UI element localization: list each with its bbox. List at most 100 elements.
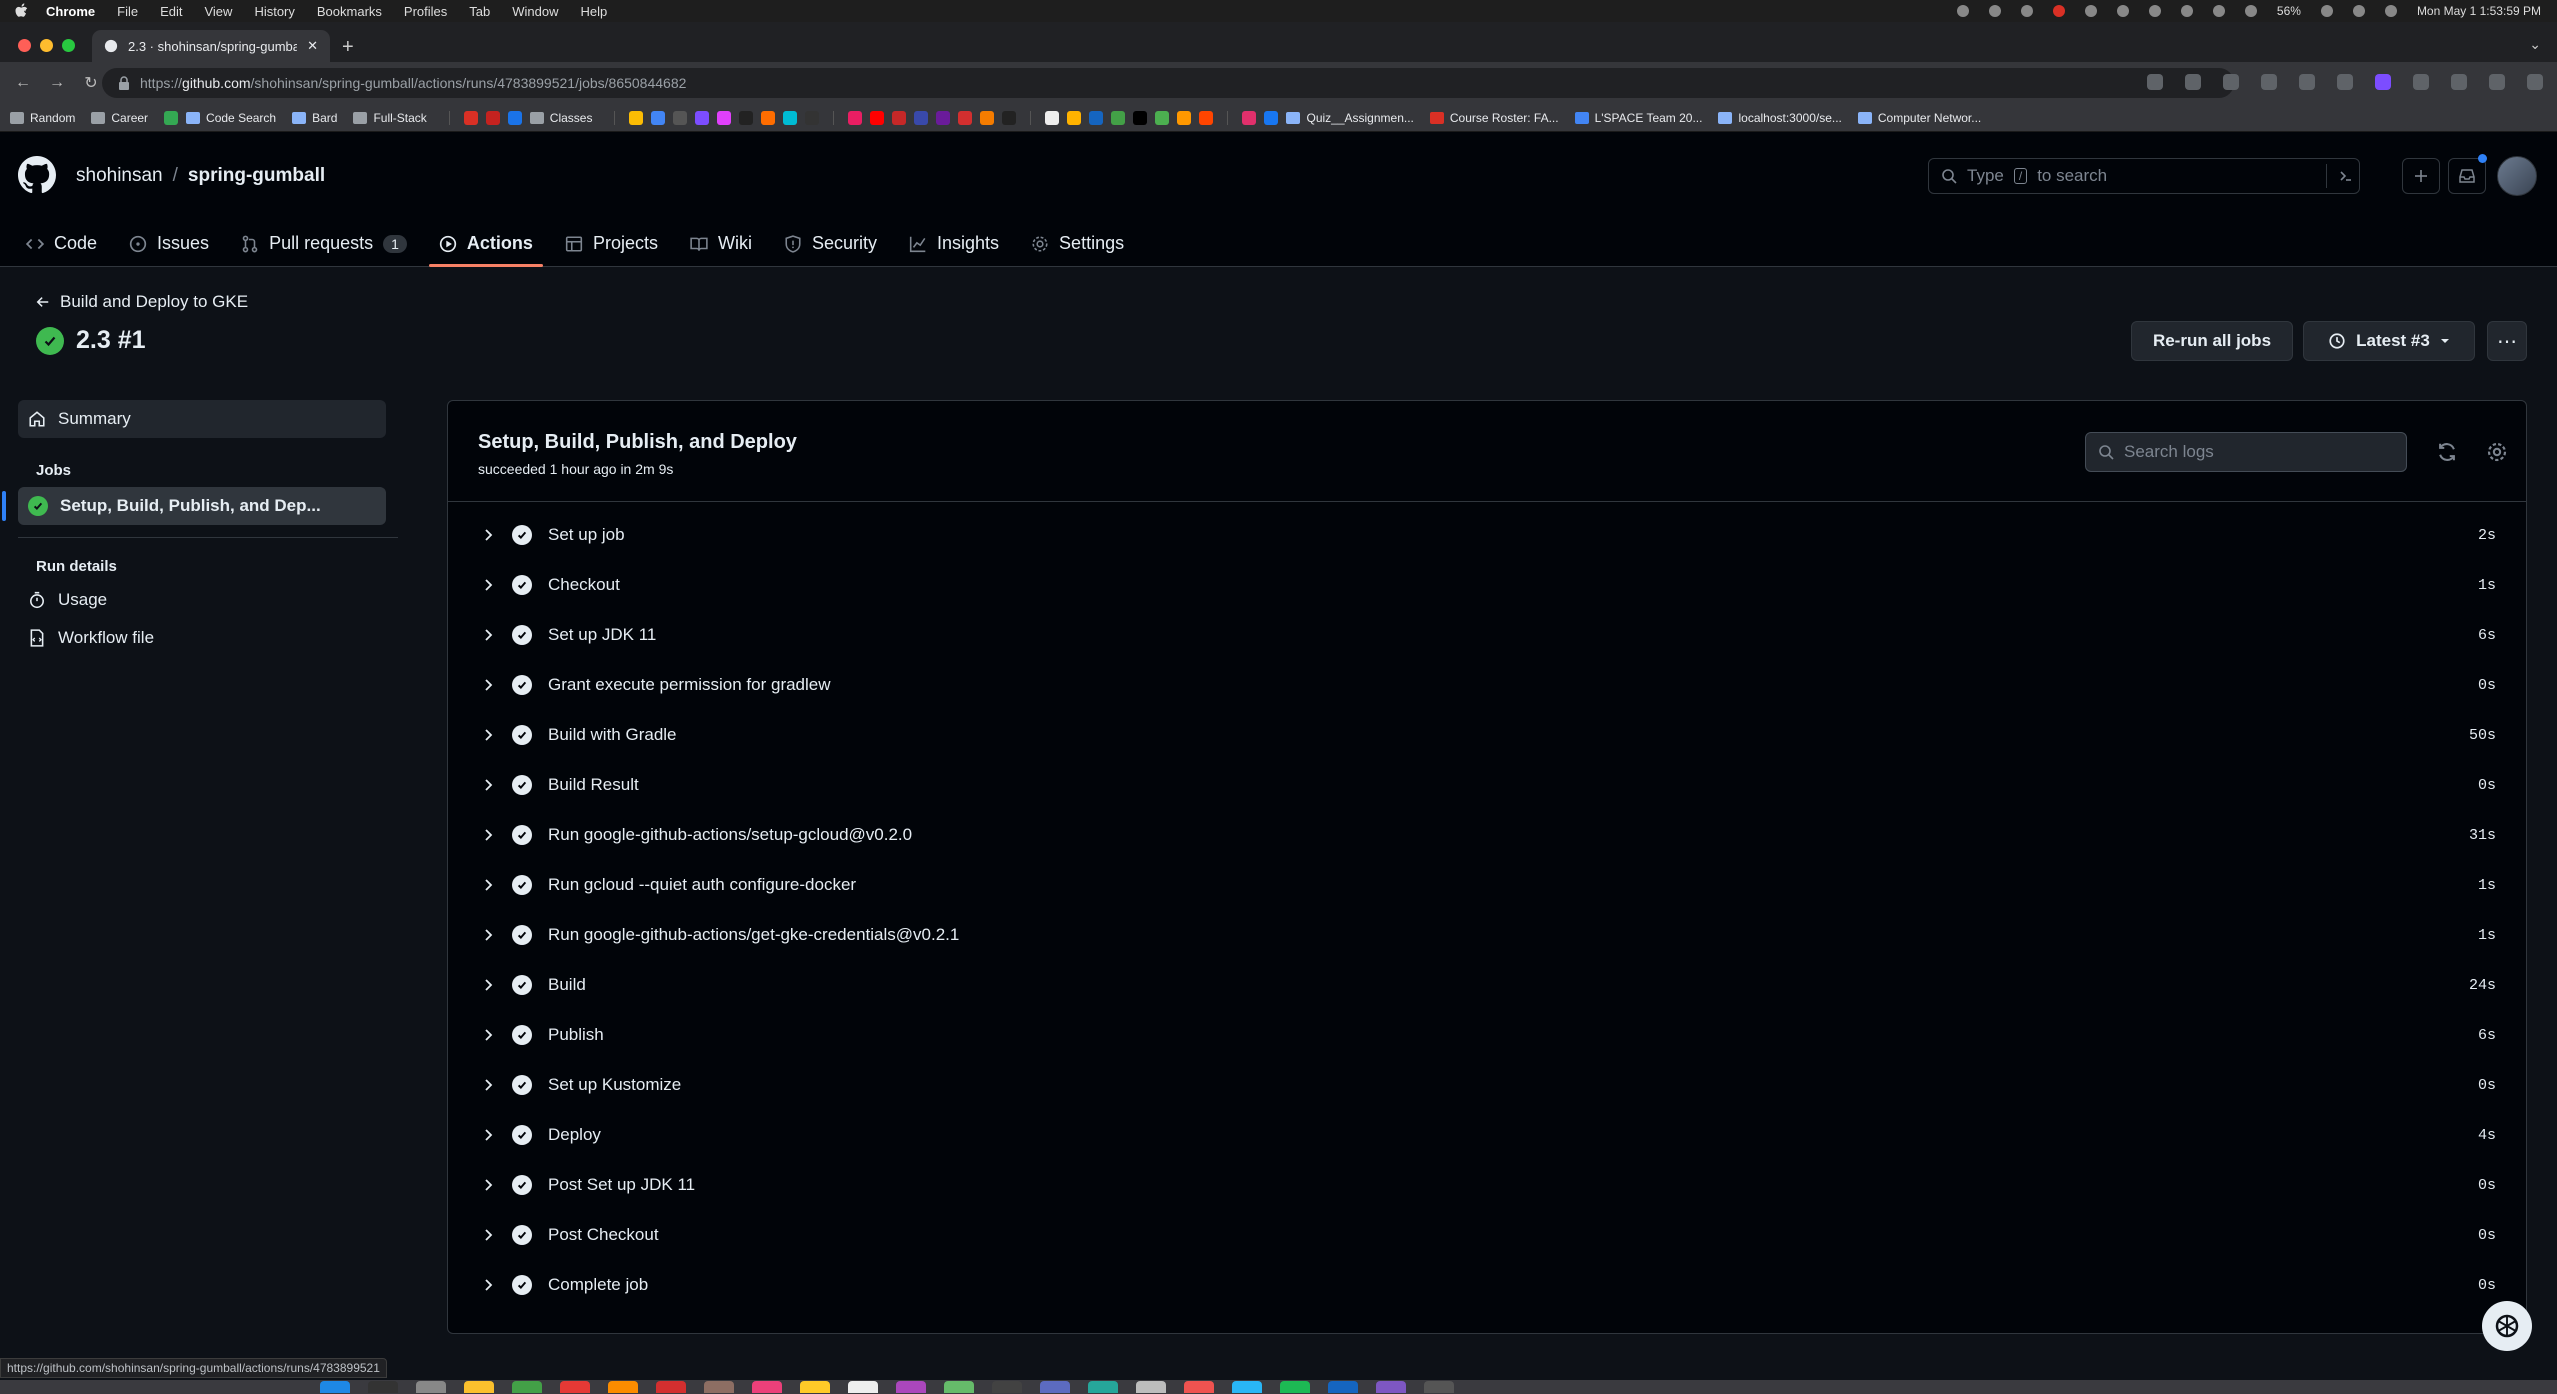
minimize-window-button[interactable] bbox=[40, 39, 53, 52]
assistant-floating-button[interactable] bbox=[2482, 1301, 2532, 1351]
sidebar-item-workflow-file[interactable]: Workflow file bbox=[18, 619, 398, 657]
close-window-button[interactable] bbox=[18, 39, 31, 52]
bookmark-icon[interactable] bbox=[164, 110, 179, 125]
bookmark-icon[interactable] bbox=[936, 110, 951, 125]
search-input[interactable]: Type / to search bbox=[1928, 158, 2360, 194]
bookmark-icon[interactable] bbox=[1045, 110, 1060, 125]
kebab-menu-icon[interactable] bbox=[2527, 74, 2543, 90]
menu-file[interactable]: File bbox=[117, 4, 138, 19]
dock-app-icon[interactable] bbox=[560, 1381, 590, 1393]
input-source-icon[interactable] bbox=[2148, 5, 2161, 17]
step-row[interactable]: Complete job 0s bbox=[448, 1260, 2526, 1310]
bookmark-item[interactable]: Quiz__Assignmen... bbox=[1286, 111, 1414, 125]
sidebar-item-usage[interactable]: Usage bbox=[18, 581, 398, 619]
location-icon[interactable] bbox=[1956, 5, 1969, 17]
menu-app-name[interactable]: Chrome bbox=[46, 4, 95, 19]
bookmark-icon[interactable] bbox=[783, 110, 798, 125]
bookmark-icon[interactable] bbox=[761, 110, 776, 125]
dropbox-icon[interactable] bbox=[2084, 5, 2097, 17]
dock-app-icon[interactable] bbox=[368, 1381, 398, 1393]
dock-app-icon[interactable] bbox=[656, 1381, 686, 1393]
apple-icon[interactable] bbox=[14, 3, 32, 19]
step-row[interactable]: Run google-github-actions/setup-gcloud@v… bbox=[448, 810, 2526, 860]
create-new-button[interactable] bbox=[2402, 158, 2440, 194]
dock-app-icon[interactable] bbox=[992, 1381, 1022, 1393]
step-row[interactable]: Post Set up JDK 11 0s bbox=[448, 1160, 2526, 1210]
gear-icon[interactable] bbox=[2486, 441, 2508, 463]
tab-search-icon[interactable]: ⌄ bbox=[2529, 36, 2541, 53]
menu-view[interactable]: View bbox=[204, 4, 232, 19]
dock-app-icon[interactable] bbox=[1232, 1381, 1262, 1393]
dock-app-icon[interactable] bbox=[416, 1381, 446, 1393]
avatar[interactable] bbox=[2497, 156, 2537, 196]
tab-projects[interactable]: Projects bbox=[565, 220, 658, 267]
tab-actions[interactable]: Actions bbox=[428, 220, 543, 267]
rerun-all-jobs-button[interactable]: Re-run all jobs bbox=[2131, 321, 2293, 361]
tab-issues[interactable]: Issues bbox=[129, 220, 209, 267]
bookmark-icon[interactable] bbox=[695, 110, 710, 125]
browser-tab[interactable]: 2.3 · shohinsan/spring-gumball ✕ bbox=[92, 30, 330, 62]
play-icon[interactable] bbox=[2180, 5, 2193, 17]
bookmark-icon[interactable] bbox=[914, 110, 929, 125]
share-icon[interactable] bbox=[2185, 74, 2201, 90]
step-row[interactable]: Set up job 2s bbox=[448, 510, 2526, 560]
dock-app-icon[interactable] bbox=[512, 1381, 542, 1393]
bookmark-icon[interactable] bbox=[1089, 110, 1104, 125]
step-row[interactable]: Post Checkout 0s bbox=[448, 1210, 2526, 1260]
new-tab-button[interactable]: + bbox=[342, 36, 354, 59]
bookmark-item[interactable]: Computer Networ... bbox=[1857, 111, 1981, 125]
dock-app-icon[interactable] bbox=[1040, 1381, 1070, 1393]
control-center-icon[interactable] bbox=[2352, 5, 2365, 17]
bookmark-icon[interactable] bbox=[507, 110, 522, 125]
bluetooth-icon[interactable] bbox=[2116, 5, 2129, 17]
back-button[interactable]: ← bbox=[12, 74, 34, 92]
bookmark-icon[interactable] bbox=[673, 110, 688, 125]
bookmark-icon[interactable] bbox=[651, 110, 666, 125]
menu-history[interactable]: History bbox=[254, 4, 294, 19]
github-logo-icon[interactable] bbox=[18, 156, 56, 194]
bookmark-icon[interactable] bbox=[739, 110, 754, 125]
bookmark-icon[interactable] bbox=[463, 110, 478, 125]
bookmark-star-icon[interactable] bbox=[2223, 74, 2239, 90]
step-row[interactable]: Deploy 4s bbox=[448, 1110, 2526, 1160]
step-row[interactable]: Build 24s bbox=[448, 960, 2526, 1010]
command-palette-icon[interactable] bbox=[2332, 158, 2360, 194]
menu-tab[interactable]: Tab bbox=[469, 4, 490, 19]
repo-owner-link[interactable]: shohinsan bbox=[76, 165, 163, 186]
step-row[interactable]: Grant execute permission for gradlew 0s bbox=[448, 660, 2526, 710]
reload-button[interactable]: ↻ bbox=[80, 73, 102, 93]
clock[interactable]: Mon May 1 1:53:59 PM bbox=[2417, 4, 2541, 18]
bookmark-item[interactable]: L'SPACE Team 20... bbox=[1574, 111, 1702, 125]
bookmark-icon[interactable] bbox=[717, 110, 732, 125]
puzzle-icon[interactable] bbox=[2413, 74, 2429, 90]
bookmark-icon[interactable] bbox=[1067, 110, 1082, 125]
side-panel-icon[interactable] bbox=[2451, 74, 2467, 90]
dock-app-icon[interactable] bbox=[464, 1381, 494, 1393]
bookmark-item[interactable]: Bard bbox=[292, 111, 337, 125]
bookmark-icon[interactable] bbox=[629, 110, 644, 125]
bookmark-icon[interactable] bbox=[1155, 110, 1170, 125]
extension-icon[interactable] bbox=[2337, 74, 2353, 90]
reddit-icon[interactable] bbox=[1199, 110, 1214, 125]
step-row[interactable]: Set up Kustomize 0s bbox=[448, 1060, 2526, 1110]
bookmark-item[interactable]: Code Search bbox=[186, 111, 276, 125]
time-machine-icon[interactable] bbox=[2244, 5, 2257, 17]
dock-app-icon[interactable] bbox=[1184, 1381, 1214, 1393]
bookmark-icon[interactable] bbox=[958, 110, 973, 125]
bookmark-icon[interactable] bbox=[1002, 110, 1017, 125]
zoom-icon[interactable] bbox=[2147, 74, 2163, 90]
step-row[interactable]: Set up JDK 11 6s bbox=[448, 610, 2526, 660]
search-logs-input[interactable] bbox=[2124, 442, 2384, 462]
latest-attempt-dropdown[interactable]: Latest #3 bbox=[2303, 321, 2475, 361]
dock-app-icon[interactable] bbox=[320, 1381, 350, 1393]
bookmark-icon[interactable] bbox=[892, 110, 907, 125]
tab-security[interactable]: Security bbox=[784, 220, 877, 267]
dock-app-icon[interactable] bbox=[848, 1381, 878, 1393]
bookmark-folder[interactable]: Career bbox=[91, 111, 148, 125]
dock-app-icon[interactable] bbox=[1376, 1381, 1406, 1393]
bookmark-icon[interactable] bbox=[1177, 110, 1192, 125]
tab-settings[interactable]: Settings bbox=[1031, 220, 1124, 267]
user-icon[interactable] bbox=[2212, 5, 2225, 17]
step-row[interactable]: Checkout 1s bbox=[448, 560, 2526, 610]
dock-app-icon[interactable] bbox=[1136, 1381, 1166, 1393]
